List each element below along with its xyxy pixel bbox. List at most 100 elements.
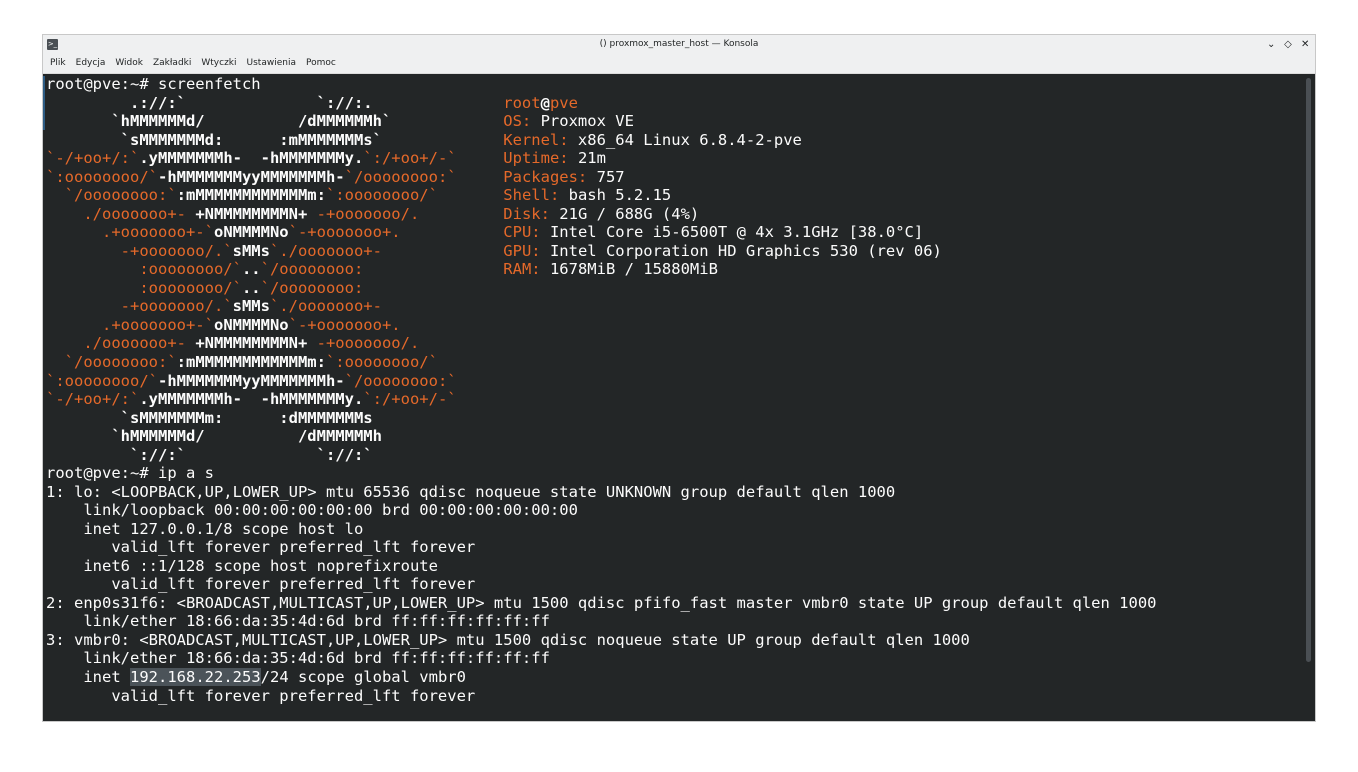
info-value: Intel Core i5-6500T @ 4x 3.1GHz [38.0°C] <box>549 223 924 242</box>
logo-segment: .. <box>241 260 261 279</box>
screenfetch-line: `-/+oo+/:`.yMMMMMMMh- -hMMMMMMMy.`:/+oo+… <box>46 390 457 408</box>
scrollbar[interactable] <box>1306 78 1311 662</box>
menu-widok[interactable]: Widok <box>110 54 148 73</box>
logo-segment: `:oooooooo/` <box>46 371 158 390</box>
padding <box>457 168 504 186</box>
padding <box>363 260 503 278</box>
menu-bar: Plik Edycja Widok Zakładki Wtyczki Ustaw… <box>43 54 1315 74</box>
window-controls: ⌄ ◇ ✕ <box>1267 35 1309 54</box>
info-value: Proxmox VE <box>540 112 634 131</box>
logo-segment: +NMMMMMMMMN+ <box>195 334 308 353</box>
title-bar[interactable]: >_ () proxmox_master_host — Konsola ⌄ ◇ … <box>43 35 1315 54</box>
logo-segment: `/oooooooo: <box>260 260 364 279</box>
logo-segment: .yMMMMMMMh- -hMMMMMMMy. <box>139 390 364 409</box>
menu-plik[interactable]: Plik <box>45 54 71 73</box>
screenfetch-line: `/oooooooo:`:mMMMMMMMMMMMMm:`:oooooooo/`… <box>46 186 672 205</box>
logo-segment: sMMs <box>232 241 270 260</box>
logo-segment: `:oooooooo/` <box>325 352 438 371</box>
logo-segment: -+ooooooo/. <box>307 334 420 353</box>
logo-segment: :mMMMMMMMMMMMMm: <box>176 352 326 371</box>
screenfetch-line: `sMMMMMMMd: :mMMMMMMMs` Kernel: x86_64 L… <box>46 131 802 149</box>
info-label: Shell: <box>503 186 569 205</box>
logo-segment: `/oooooooo:` <box>46 352 177 371</box>
screenfetch-line: .+ooooooo+-`oNMMMMNo`-+ooooooo+. CPU: In… <box>46 223 923 241</box>
padding <box>466 94 503 112</box>
padding <box>466 112 503 130</box>
logo-segment: :oooooooo/` <box>46 260 242 279</box>
padding <box>438 186 503 204</box>
screenfetch-line: :oooooooo/`..`/oooooooo: <box>46 279 363 297</box>
menu-ustawienia[interactable]: Ustawienia <box>242 54 301 73</box>
logo-segment: `sMMMMMMMd: :mMMMMMMMs` <box>46 130 466 149</box>
screenfetch-line: `sMMMMMMMm: :dMMMMMMMs <box>46 409 466 427</box>
logo-segment: .://:` `://:. <box>46 93 466 112</box>
logo-segment: `./ooooooo+- <box>269 297 382 316</box>
logo-segment: ./ooooooo+- <box>46 204 196 223</box>
info-label: GPU: <box>503 241 550 260</box>
info-value: 21m <box>577 149 606 168</box>
screenfetch-line: ./ooooooo+- +NMMMMMMMMN+ -+ooooooo/. <box>46 334 419 352</box>
logo-segment: `sMMMMMMMm: :dMMMMMMMs <box>46 408 466 427</box>
screenfetch-line: .://:` `://:. root@pve <box>46 94 578 112</box>
logo-segment: `:oooooooo/` <box>325 186 438 205</box>
logo-segment: +NMMMMMMMMN+ <box>195 204 308 223</box>
menu-wtyczki[interactable]: Wtyczki <box>196 54 241 73</box>
logo-segment: ./ooooooo+- <box>46 334 196 353</box>
logo-segment: `/oooooooo: <box>260 278 364 297</box>
info-label: Packages: <box>503 167 597 186</box>
close-icon[interactable]: ✕ <box>1301 35 1309 54</box>
logo-segment: sMMs <box>232 297 270 316</box>
info-value: bash 5.2.15 <box>568 186 672 205</box>
menu-edycja[interactable]: Edycja <box>71 54 111 73</box>
maximize-icon[interactable]: ◇ <box>1284 35 1292 54</box>
menu-pomoc[interactable]: Pomoc <box>301 54 341 73</box>
info-label: OS: <box>503 112 541 131</box>
logo-segment: `-+ooooooo+. <box>288 315 401 334</box>
logo-segment: -+ooooooo/.` <box>46 241 233 260</box>
info-label: Kernel: <box>503 130 578 149</box>
screenfetch-line: `://:` `://:` <box>46 446 466 464</box>
terminal-output[interactable]: root@pve:~# screenfetch .://:` `://:. ro… <box>46 75 1156 705</box>
logo-segment: :mMMMMMMMMMMMMm: <box>176 186 326 205</box>
window-title: () proxmox_master_host — Konsola <box>599 39 759 49</box>
menu-zakladki[interactable]: Zakładki <box>148 54 196 73</box>
minimize-icon[interactable]: ⌄ <box>1267 35 1275 54</box>
screenfetch-output: .://:` `://:. root@pve `hMMMMMMd/ /dMMMM… <box>46 94 942 464</box>
logo-segment: `:/+oo+/-` <box>363 390 457 409</box>
selected-ip-address[interactable]: 192.168.22.253 <box>130 668 261 686</box>
info-value: 1678MiB / 15880MiB <box>549 260 718 279</box>
info-label: RAM: <box>503 260 550 279</box>
info-label: CPU: <box>503 223 550 242</box>
info-label: Uptime: <box>503 149 578 168</box>
logo-segment: `hMMMMMMd/ /dMMMMMMh` <box>46 112 466 131</box>
logo-segment: .yMMMMMMMh- -hMMMMMMMy. <box>139 149 364 168</box>
screenfetch-line: .+ooooooo+-`oNMMMMNo`-+ooooooo+. <box>46 316 401 334</box>
padding <box>401 223 504 241</box>
logo-segment: `./ooooooo+- <box>269 241 382 260</box>
info-value: x86_64 Linux 6.8.4-2-pve <box>577 130 802 149</box>
screenfetch-line: -+ooooooo/.`sMMs`./ooooooo+- GPU: Intel … <box>46 242 942 260</box>
logo-segment: `hMMMMMMd/ /dMMMMMMh <box>46 427 466 446</box>
logo-segment: :oooooooo/` <box>46 278 242 297</box>
logo-segment: .+ooooooo+-` <box>46 223 214 242</box>
logo-segment: `-/+oo+/:` <box>46 390 140 409</box>
logo-segment: `:oooooooo/` <box>46 167 158 186</box>
logo-segment: `:/+oo+/-` <box>363 149 457 168</box>
info-at: @ <box>540 93 550 112</box>
logo-segment: `-/+oo+/:` <box>46 149 140 168</box>
screenfetch-line: `-/+oo+/:`.yMMMMMMMh- -hMMMMMMMy.`:/+oo+… <box>46 149 606 167</box>
ip-output: 1: lo: <LOOPBACK,UP,LOWER_UP> mtu 65536 … <box>46 482 1157 686</box>
command-screenfetch: screenfetch <box>157 75 261 93</box>
logo-segment: oNMMMMNo <box>213 223 289 242</box>
screenfetch-line: `hMMMMMMd/ /dMMMMMMh <box>46 427 466 445</box>
prompt: root@pve:~# <box>46 464 158 483</box>
padding <box>457 149 504 167</box>
screenfetch-line: :oooooooo/`..`/oooooooo: RAM: 1678MiB / … <box>46 260 718 278</box>
logo-segment: -hMMMMMMMyyMMMMMMMh- <box>157 371 345 390</box>
logo-segment: -hMMMMMMMyyMMMMMMMh- <box>157 167 345 186</box>
screenfetch-line: `:oooooooo/`-hMMMMMMMyyMMMMMMMh-`/oooooo… <box>46 168 625 186</box>
terminal-area[interactable]: root@pve:~# screenfetch .://:` `://:. ro… <box>43 74 1315 721</box>
screenfetch-line: -+ooooooo/.`sMMs`./ooooooo+- <box>46 297 382 315</box>
padding <box>382 242 503 260</box>
screenfetch-line: `:oooooooo/`-hMMMMMMMyyMMMMMMMh-`/oooooo… <box>46 372 457 390</box>
